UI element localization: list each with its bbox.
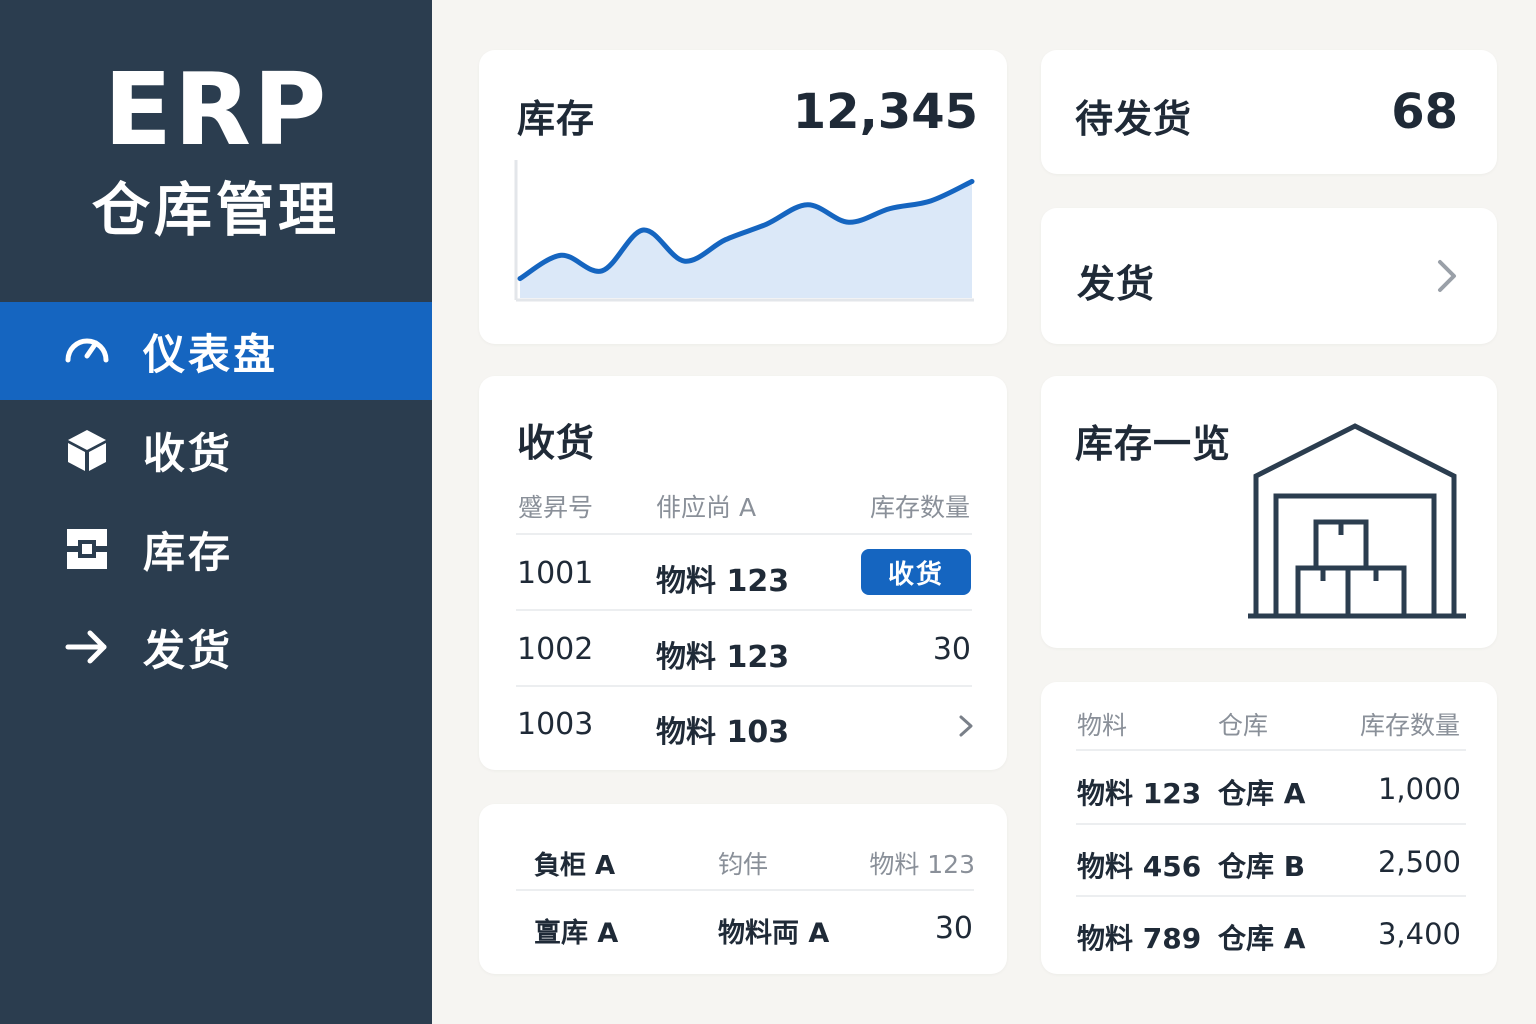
- receiving-header-qty: 库存数量: [869, 493, 970, 522]
- sidebar-item-shipping[interactable]: 发货: [0, 598, 432, 696]
- warehouse-icon: [1246, 420, 1468, 626]
- sidebar-item-label: 发货: [143, 625, 234, 675]
- stock-row-warehouse: 仓库 A: [1218, 777, 1306, 810]
- transfer-header-1: 負柜 A: [534, 851, 616, 881]
- transfer-row-c1: 亶库 A: [534, 918, 619, 949]
- sidebar-item-receiving[interactable]: 收货: [0, 401, 432, 499]
- stock-row-warehouse: 仓库 B: [1218, 850, 1306, 883]
- sidebar: ERP 仓库管理 仪表盘 收货 库存 发货: [0, 0, 432, 1024]
- divider: [1076, 749, 1466, 751]
- divider: [1076, 823, 1466, 825]
- inventory-chart-area: [520, 181, 972, 298]
- receiving-row-item: 物料 123: [656, 564, 790, 599]
- sidebar-item-label: 收货: [143, 428, 234, 478]
- stock-row-qty: 3,400: [1377, 917, 1461, 951]
- transfer-header-2: 钧仹: [718, 850, 769, 879]
- arrow-right-icon: [62, 622, 112, 672]
- receive-button[interactable]: 收货: [861, 549, 971, 595]
- app-title: ERP: [103, 51, 329, 168]
- sidebar-item-inventory[interactable]: 库存: [0, 500, 432, 598]
- divider: [516, 609, 972, 611]
- sidebar-item-label: 库存: [143, 527, 234, 577]
- stock-header-warehouse: 仓库: [1218, 711, 1269, 740]
- pending-shipment-count: 68: [1391, 84, 1458, 140]
- receiving-row-id: 1002: [517, 632, 594, 667]
- box-icon: [62, 425, 112, 475]
- sidebar-item-dashboard[interactable]: 仪表盘: [0, 302, 432, 400]
- receiving-row-qty: 30: [932, 632, 971, 667]
- transfer-row-c3: 30: [934, 911, 973, 946]
- receiving-row-id: 1001: [517, 556, 594, 591]
- receiving-row-item: 物料 123: [656, 640, 790, 675]
- stock-header-qty: 库存数量: [1359, 711, 1460, 740]
- receiving-header-id: 蹙昇号: [518, 493, 594, 522]
- gauge-icon: [62, 326, 112, 376]
- stock-row-item: 物料 123: [1077, 777, 1202, 810]
- stock-row-item: 物料 456: [1077, 850, 1202, 883]
- inventory-card-title: 库存: [517, 97, 596, 141]
- receiving-title: 收货: [517, 421, 596, 465]
- chevron-right-icon[interactable]: [957, 713, 975, 743]
- divider: [516, 685, 972, 687]
- pending-shipment-title: 待发货: [1075, 97, 1193, 141]
- transfer-row-c2: 物料両 A: [718, 918, 830, 949]
- stock-row-warehouse: 仓库 A: [1218, 922, 1306, 955]
- transfer-header-3: 物料 123: [869, 850, 975, 879]
- divider: [1076, 895, 1466, 897]
- stock-row-qty: 2,500: [1377, 845, 1461, 879]
- divider: [516, 889, 974, 891]
- inventory-overview-title: 库存一览: [1075, 422, 1232, 466]
- receiving-header-supplier: 俳应尚 A: [656, 493, 757, 522]
- stock-row-qty: 1,000: [1377, 772, 1461, 806]
- chevron-right-icon[interactable]: [1434, 258, 1460, 298]
- sidebar-item-label: 仪表盘: [143, 329, 279, 379]
- receiving-row-item: 物料 103: [656, 715, 790, 750]
- inventory-total: 12,345: [792, 84, 978, 140]
- app-subtitle: 仓库管理: [91, 176, 340, 244]
- inventory-icon: [62, 524, 112, 574]
- inventory-chart: [514, 160, 975, 302]
- divider: [516, 533, 972, 535]
- receiving-row-id: 1003: [517, 707, 594, 742]
- shipping-card-title: 发货: [1077, 262, 1156, 306]
- stock-row-item: 物料 789: [1077, 922, 1202, 955]
- stock-header-item: 物料: [1077, 711, 1128, 740]
